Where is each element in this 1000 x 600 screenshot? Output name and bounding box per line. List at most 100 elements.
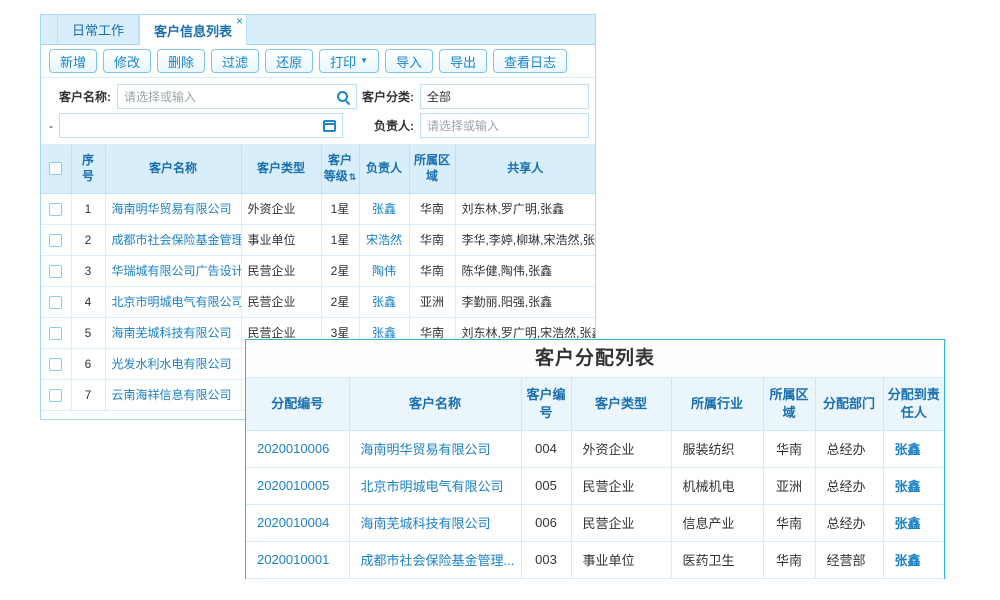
customer-name-link[interactable]: 北京市明城电气有限公司 <box>361 479 504 494</box>
cell-owner: 宋浩然 <box>359 224 409 255</box>
delete-button[interactable]: 删除 <box>157 49 205 73</box>
print-button[interactable]: 打印 ▼ <box>319 49 379 73</box>
cell-no: 5 <box>71 317 105 348</box>
customer-category-input[interactable] <box>427 90 582 104</box>
customer-name-link[interactable]: 海南明华贸易有限公司 <box>361 442 491 457</box>
close-icon[interactable]: × <box>236 15 243 27</box>
row-checkbox[interactable] <box>49 389 62 402</box>
row-checkbox[interactable] <box>49 203 62 216</box>
owner-link[interactable]: 张鑫 <box>372 202 396 216</box>
assignee-link[interactable]: 张鑫 <box>895 553 921 568</box>
tab-customer-info-list[interactable]: 客户信息列表 × <box>139 15 247 45</box>
customer-row[interactable]: 3 华瑞城有限公司广告设计部 民营企业 2星 陶伟 华南 陈华健,陶伟,张鑫 <box>41 255 595 286</box>
col-header-region: 所属区域 <box>763 378 815 430</box>
owner-input[interactable] <box>427 119 582 133</box>
customer-name-link[interactable]: 成都市社会保险基金管理... <box>112 233 242 247</box>
cell-region: 华南 <box>763 430 815 467</box>
cell-alloc-no: 2020010005 <box>246 467 349 504</box>
allocation-row[interactable]: 2020010005 北京市明城电气有限公司 005 民营企业 机械机电 亚洲 … <box>246 467 944 504</box>
cell-customer-type: 事业单位 <box>241 224 321 255</box>
cell-customer-name: 成都市社会保险基金管理... <box>349 541 521 578</box>
assignee-link[interactable]: 张鑫 <box>895 479 921 494</box>
customer-name-label: 客户名称: <box>59 88 111 105</box>
tab-label: 客户信息列表 <box>154 21 232 40</box>
toolbar: 新增 修改 删除 过滤 还原 打印 ▼ 导入 导出 查看日志 <box>41 45 595 78</box>
tab-daily-work[interactable]: 日常工作 <box>57 15 139 44</box>
view-log-button[interactable]: 查看日志 <box>493 49 567 73</box>
caret-down-icon: ▼ <box>360 57 368 65</box>
customer-name-input[interactable] <box>124 90 336 104</box>
customer-row[interactable]: 2 成都市社会保险基金管理... 事业单位 1星 宋浩然 华南 李华,李婷,柳琳… <box>41 224 595 255</box>
date-input[interactable] <box>66 119 323 133</box>
cell-shared: 李勤丽,阳强,张鑫 <box>455 286 595 317</box>
cell-alloc-no: 2020010004 <box>246 504 349 541</box>
customer-name-link[interactable]: 华瑞城有限公司广告设计部 <box>112 264 242 278</box>
col-header-cust-no: 客户编号 <box>521 378 571 430</box>
filter-button[interactable]: 过滤 <box>211 49 259 73</box>
edit-button[interactable]: 修改 <box>103 49 151 73</box>
col-header-customer-level[interactable]: 客户等级⇅ <box>321 145 359 193</box>
alloc-no-link[interactable]: 2020010006 <box>257 441 329 456</box>
allocation-row[interactable]: 2020010006 海南明华贸易有限公司 004 外资企业 服装纺织 华南 总… <box>246 430 944 467</box>
alloc-no-link[interactable]: 2020010005 <box>257 478 329 493</box>
assignee-link[interactable]: 张鑫 <box>895 442 921 457</box>
customer-category-input-box <box>420 84 589 109</box>
select-all-checkbox[interactable] <box>49 162 62 175</box>
cell-industry: 机械机电 <box>671 467 763 504</box>
col-header-customer-name: 客户名称 <box>349 378 521 430</box>
owner-link[interactable]: 张鑫 <box>372 326 396 340</box>
customer-row[interactable]: 4 北京市明城电气有限公司 民营企业 2星 张鑫 亚洲 李勤丽,阳强,张鑫 <box>41 286 595 317</box>
alloc-no-link[interactable]: 2020010001 <box>257 552 329 567</box>
cell-dept: 经营部 <box>815 541 883 578</box>
allocation-table: 分配编号 客户名称 客户编号 客户类型 所属行业 所属区域 分配部门 分配到责任… <box>246 378 944 579</box>
cell-checkbox <box>41 193 71 224</box>
row-checkbox[interactable] <box>49 265 62 278</box>
allocation-row[interactable]: 2020010001 成都市社会保险基金管理... 003 事业单位 医药卫生 … <box>246 541 944 578</box>
cell-dept: 总经办 <box>815 504 883 541</box>
owner-link[interactable]: 陶伟 <box>372 264 396 278</box>
cell-region: 华南 <box>409 193 455 224</box>
cell-customer-type: 民营企业 <box>571 467 671 504</box>
search-icon[interactable] <box>336 90 350 104</box>
row-checkbox[interactable] <box>49 296 62 309</box>
import-button[interactable]: 导入 <box>385 49 433 73</box>
assignee-link[interactable]: 张鑫 <box>895 516 921 531</box>
col-header-industry: 所属行业 <box>671 378 763 430</box>
customer-name-link[interactable]: 成都市社会保险基金管理... <box>361 553 515 568</box>
cell-customer-name: 光发水利水电有限公司 <box>105 348 241 379</box>
cell-checkbox <box>41 224 71 255</box>
cell-dept: 总经办 <box>815 430 883 467</box>
customer-name-link[interactable]: 海南芜城科技有限公司 <box>361 516 491 531</box>
calendar-icon[interactable] <box>323 120 336 132</box>
customer-name-link[interactable]: 北京市明城电气有限公司 <box>112 295 242 309</box>
sort-icon[interactable]: ⇅ <box>349 172 357 182</box>
cell-assignee: 张鑫 <box>883 430 944 467</box>
customer-row[interactable]: 1 海南明华贸易有限公司 外资企业 1星 张鑫 华南 刘东林,罗广明,张鑫 <box>41 193 595 224</box>
restore-button[interactable]: 还原 <box>265 49 313 73</box>
owner-link[interactable]: 张鑫 <box>372 295 396 309</box>
customer-name-link[interactable]: 海南芜城科技有限公司 <box>112 326 232 340</box>
cell-customer-level: 1星 <box>321 224 359 255</box>
add-button[interactable]: 新增 <box>49 49 97 73</box>
cell-shared: 李华,李婷,柳琳,宋浩然,张鑫 <box>455 224 595 255</box>
owner-label: 负责人: <box>354 117 414 134</box>
cell-checkbox <box>41 255 71 286</box>
cell-customer-name: 华瑞城有限公司广告设计部 <box>105 255 241 286</box>
cell-no: 2 <box>71 224 105 255</box>
cell-customer-name: 海南明华贸易有限公司 <box>349 430 521 467</box>
owner-link[interactable]: 宋浩然 <box>366 233 402 247</box>
cell-customer-type: 民营企业 <box>571 504 671 541</box>
customer-name-link[interactable]: 光发水利水电有限公司 <box>112 357 232 371</box>
customer-name-link[interactable]: 云南海祥信息有限公司 <box>112 388 232 402</box>
cell-customer-name: 北京市明城电气有限公司 <box>349 467 521 504</box>
export-button[interactable]: 导出 <box>439 49 487 73</box>
col-header-owner: 负责人 <box>359 145 409 193</box>
alloc-no-link[interactable]: 2020010004 <box>257 515 329 530</box>
row-checkbox[interactable] <box>49 234 62 247</box>
cell-no: 3 <box>71 255 105 286</box>
customer-name-link[interactable]: 海南明华贸易有限公司 <box>112 202 232 216</box>
allocation-table-header-row: 分配编号 客户名称 客户编号 客户类型 所属行业 所属区域 分配部门 分配到责任… <box>246 378 944 430</box>
row-checkbox[interactable] <box>49 327 62 340</box>
row-checkbox[interactable] <box>49 358 62 371</box>
allocation-row[interactable]: 2020010004 海南芜城科技有限公司 006 民营企业 信息产业 华南 总… <box>246 504 944 541</box>
